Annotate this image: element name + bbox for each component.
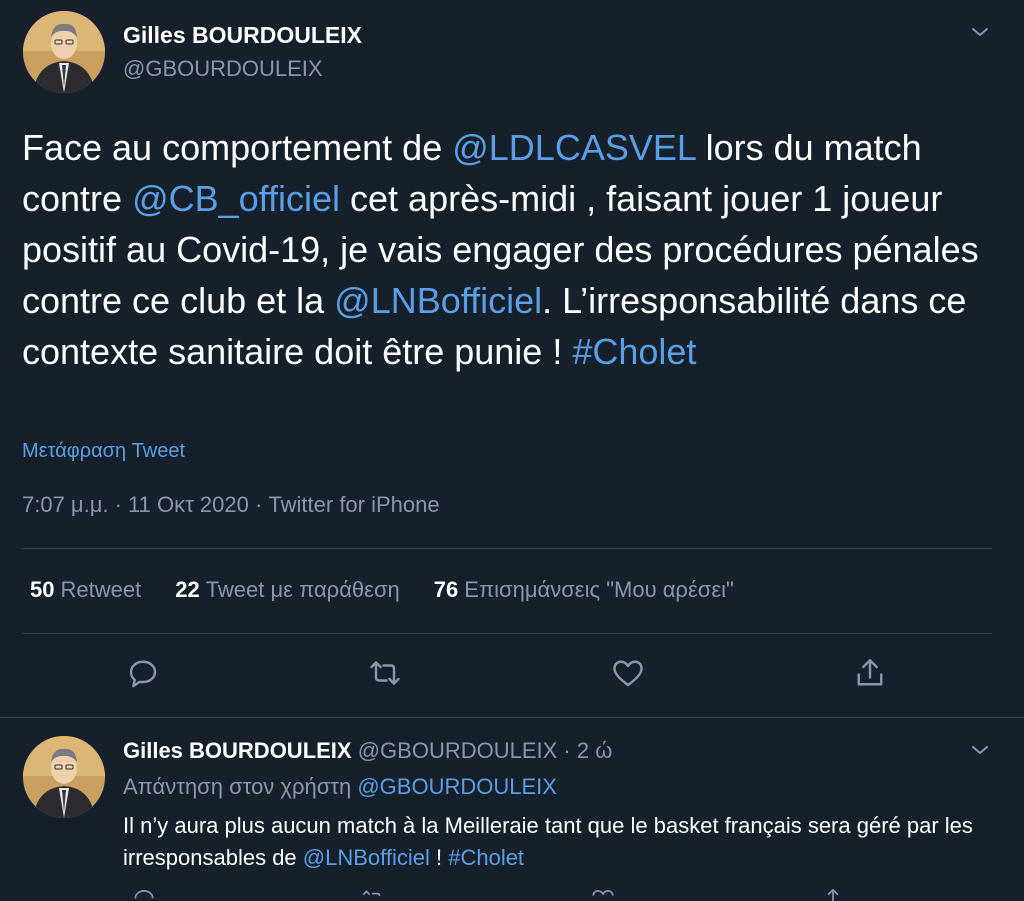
avatar[interactable] xyxy=(23,11,105,93)
reply-icon[interactable] xyxy=(125,655,161,691)
tweet-timestamp-source[interactable]: 7:07 μ.μ. · 11 Οκτ 2020 · Twitter for iP… xyxy=(22,492,440,518)
reply-icon[interactable] xyxy=(131,886,157,901)
reply-text: Il n’y aura plus aucun match à la Meille… xyxy=(123,810,983,874)
mention-link[interactable]: @LNBofficiel xyxy=(334,280,542,321)
handle-and-time[interactable]: @GBOURDOULEIX · 2 ώ xyxy=(358,738,613,763)
replying-to-label: Απάντηση στον χρήστη xyxy=(123,774,352,799)
text-segment: ! xyxy=(429,845,449,870)
retweet-icon[interactable] xyxy=(367,655,403,691)
tweet-stats: 50 Retweet 22 Tweet με παράθεση 76 Επισημάν… xyxy=(30,577,768,603)
tweet-actions xyxy=(0,655,1024,699)
like-count-value: 76 xyxy=(433,577,459,602)
quote-tweet-count-label: Tweet με παράθεση xyxy=(205,577,400,602)
text-segment: Il n’y aura plus aucun match à la Meille… xyxy=(123,813,973,870)
main-tweet: Gilles BOURDOULEIX @GBOURDOULEIX Face au… xyxy=(0,0,1024,717)
display-name[interactable]: Gilles BOURDOULEIX xyxy=(123,738,352,763)
hashtag-link[interactable]: #Cholet xyxy=(572,331,696,372)
chevron-down-icon[interactable] xyxy=(968,20,992,44)
share-icon[interactable] xyxy=(852,655,888,691)
reply-header: Gilles BOURDOULEIX @GBOURDOULEIX · 2 ώ xyxy=(123,738,612,764)
mention-link[interactable]: @LNBofficiel xyxy=(303,845,430,870)
divider xyxy=(22,633,992,634)
divider xyxy=(22,548,992,549)
display-name[interactable]: Gilles BOURDOULEIX xyxy=(123,22,362,49)
handle[interactable]: @GBOURDOULEIX xyxy=(123,56,323,82)
mention-link[interactable]: @CB_officiel xyxy=(132,178,340,219)
translate-tweet-link[interactable]: Μετάφραση Tweet xyxy=(22,440,185,463)
hashtag-link[interactable]: #Cholet xyxy=(448,845,524,870)
tweet-text: Face au comportement de @LDLCASVEL lors … xyxy=(22,122,997,377)
retweet-count-label: Retweet xyxy=(60,577,142,602)
quote-tweet-count[interactable]: 22 Tweet με παράθεση xyxy=(175,577,400,603)
quote-tweet-count-value: 22 xyxy=(175,577,200,602)
reply-actions xyxy=(0,886,1024,901)
reply-tweet[interactable]: Gilles BOURDOULEIX @GBOURDOULEIX · 2 ώ Α… xyxy=(0,718,1024,901)
mention-link[interactable]: @LDLCASVEL xyxy=(452,127,695,168)
chevron-down-icon[interactable] xyxy=(968,738,992,762)
retweet-icon[interactable] xyxy=(360,886,386,901)
like-icon[interactable] xyxy=(590,886,616,901)
replying-to-handle[interactable]: @GBOURDOULEIX xyxy=(357,774,557,799)
share-icon[interactable] xyxy=(820,886,846,901)
avatar[interactable] xyxy=(23,736,105,818)
like-count-label: Επισημάνσεις "Μου αρέσει" xyxy=(464,577,734,602)
tweet-page: Gilles BOURDOULEIX @GBOURDOULEIX Face au… xyxy=(0,0,1024,901)
like-count[interactable]: 76 Επισημάνσεις "Μου αρέσει" xyxy=(434,577,734,603)
replying-to: Απάντηση στον χρήστη @GBOURDOULEIX xyxy=(123,774,557,800)
like-icon[interactable] xyxy=(610,655,646,691)
retweet-count[interactable]: 50 Retweet xyxy=(30,577,141,603)
text-segment: Face au comportement de xyxy=(22,127,453,168)
retweet-count-value: 50 xyxy=(30,577,55,602)
